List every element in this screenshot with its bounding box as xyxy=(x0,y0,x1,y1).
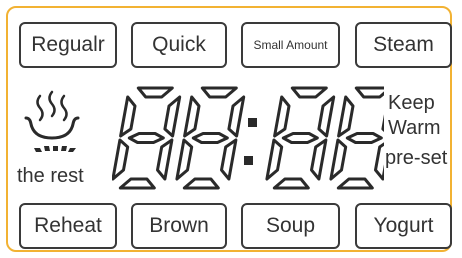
segment-c xyxy=(220,138,238,181)
segment-c xyxy=(156,138,174,181)
preset-label: pre-set xyxy=(385,147,448,169)
warm-label: Warm xyxy=(388,117,441,139)
soup-button[interactable]: Soup xyxy=(241,203,340,249)
segment-f xyxy=(273,95,291,138)
segment-a xyxy=(200,86,238,99)
regular-button[interactable]: Regualr xyxy=(19,22,117,68)
segment-b xyxy=(317,95,336,138)
segment-d xyxy=(182,177,220,190)
steam-button[interactable]: Steam xyxy=(355,22,452,68)
the-rest-label: the rest xyxy=(17,165,84,187)
segment-f xyxy=(119,95,137,138)
brown-button[interactable]: Brown xyxy=(131,203,227,249)
seven-segment-display xyxy=(112,86,384,190)
segment-d xyxy=(272,177,310,190)
segment-g xyxy=(345,132,383,144)
quick-button[interactable]: Quick xyxy=(131,22,227,68)
segment-b xyxy=(163,95,182,138)
segment-e xyxy=(175,138,194,181)
segment-b xyxy=(381,114,384,133)
segment-a xyxy=(290,86,328,99)
segment-f xyxy=(337,95,355,138)
segment-c xyxy=(310,138,328,181)
segment-g xyxy=(281,132,319,144)
segment-f xyxy=(183,95,201,138)
segment-d xyxy=(336,177,374,190)
segment-e xyxy=(329,138,348,181)
reheat-button[interactable]: Reheat xyxy=(19,203,117,249)
segment-a xyxy=(136,86,174,99)
segment-c xyxy=(374,142,384,181)
keep-label: Keep xyxy=(388,92,435,114)
segment-b xyxy=(227,95,246,138)
pot-steam-icon xyxy=(24,90,80,152)
segment-d xyxy=(118,177,156,190)
segment-g xyxy=(191,132,229,144)
colon-dot xyxy=(244,156,253,165)
segment-e xyxy=(265,138,284,181)
segment-g xyxy=(127,132,165,144)
yogurt-button[interactable]: Yogurt xyxy=(355,203,452,249)
segment-e xyxy=(112,138,130,181)
small-amount-button[interactable]: Small Amount xyxy=(241,22,340,68)
colon-dot xyxy=(248,118,257,127)
segment-a xyxy=(354,86,384,99)
